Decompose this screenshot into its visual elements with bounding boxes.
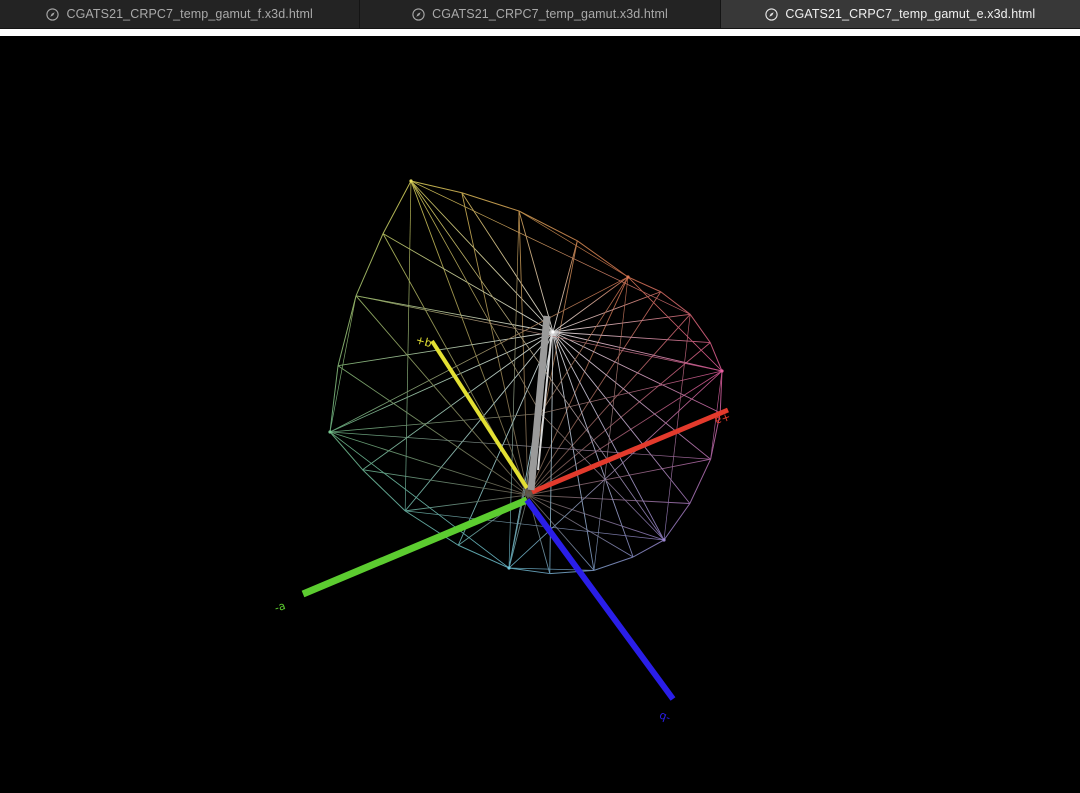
gamut-interior-edge (410, 180, 665, 541)
gamut-interior-edge (329, 276, 629, 433)
gamut-interior-edge (410, 180, 541, 414)
gamut-edge-to-white (355, 295, 554, 333)
gamut-interior-edge (627, 276, 723, 372)
tab-title: CGATS21_CRPC7_temp_gamut_e.x3d.html (785, 7, 1036, 21)
gamut-hull-edge (689, 459, 712, 504)
gamut-edge-to-black (362, 469, 529, 496)
gamut-hull-edge (355, 233, 384, 297)
tab-gamut[interactable]: CGATS21_CRPC7_temp_gamut.x3d.html (360, 0, 721, 28)
gamut-hull-edge (577, 240, 629, 278)
gamut-edge-to-white (552, 331, 595, 571)
gamut-interior-edge (329, 431, 711, 460)
compass-icon (412, 7, 425, 21)
gamut-hull-edge (518, 210, 578, 242)
gamut-hull-edge (382, 180, 412, 234)
axis-minus-a (301, 496, 529, 598)
gamut-interior-edge (508, 210, 520, 569)
gamut-hull-edge (337, 295, 357, 366)
gamut-hull-edge (660, 291, 691, 315)
compass-icon (46, 7, 60, 21)
gamut-interior-edge (518, 210, 629, 278)
gamut-vertex-white (551, 330, 555, 334)
tab-title: CGATS21_CRPC7_temp_gamut.x3d.html (432, 7, 668, 21)
gamut-edge-to-white (552, 291, 661, 333)
gamut-hull-edge (627, 276, 661, 293)
gamut-hull-edge (709, 342, 723, 372)
gamut-vertex-yellow (409, 179, 413, 183)
gamut-vertex-black (526, 493, 530, 497)
gamut-hull-edge (410, 180, 462, 194)
gamut-hull-edge (362, 469, 406, 512)
tab-gamut-e[interactable]: CGATS21_CRPC7_temp_gamut_e.x3d.html (720, 0, 1080, 28)
gamut-edge-to-white (552, 331, 691, 504)
toolbar-separator (0, 29, 1080, 36)
gamut-hull-edge (461, 192, 520, 212)
gamut-hull-edge (689, 314, 711, 343)
gamut-hull-edge (329, 431, 363, 471)
gamut-interior-edge (329, 413, 541, 433)
gamut-hull-edge (329, 365, 339, 433)
gamut-edge-to-white (329, 331, 554, 433)
gamut-hull-edge (632, 539, 665, 558)
gamut-edge-to-black (527, 342, 711, 496)
gamut-interior-edge (404, 180, 412, 511)
gamut-vertex-green (328, 430, 332, 434)
gamut-vertex-blue (662, 538, 666, 542)
gamut-edge-to-black (527, 494, 690, 504)
gamut-edge-to-white (508, 331, 554, 569)
axis-label-minus-a: -a (273, 599, 287, 615)
x3d-viewport[interactable]: +a -a +b -b (0, 36, 1080, 793)
gamut-hull-edge (549, 569, 595, 575)
gamut-vertex-red (626, 275, 630, 279)
axis-label-minus-b: -b (657, 709, 672, 725)
gamut-vertex-cyan (507, 566, 511, 570)
gamut-vertex-magenta (720, 369, 724, 373)
tab-title: CGATS21_CRPC7_temp_gamut_f.x3d.html (66, 7, 313, 21)
gamut-edge-to-white (552, 331, 634, 558)
gamut-wireframe (329, 180, 723, 575)
gamut-3d-scene[interactable]: +a-a+b-b (0, 36, 1080, 793)
gamut-interior-edge (540, 370, 723, 414)
gamut-hull-edge (593, 556, 634, 571)
axis-label-plus-b: +b (414, 333, 433, 350)
compass-icon (765, 7, 779, 21)
axis-minus-b (524, 498, 676, 701)
tab-bar: CGATS21_CRPC7_temp_gamut_f.x3d.html CGAT… (0, 0, 1080, 29)
gamut-edge-to-white (362, 331, 554, 471)
tab-gamut-f[interactable]: CGATS21_CRPC7_temp_gamut_f.x3d.html (0, 0, 361, 28)
gamut-edge-to-white (461, 192, 554, 333)
